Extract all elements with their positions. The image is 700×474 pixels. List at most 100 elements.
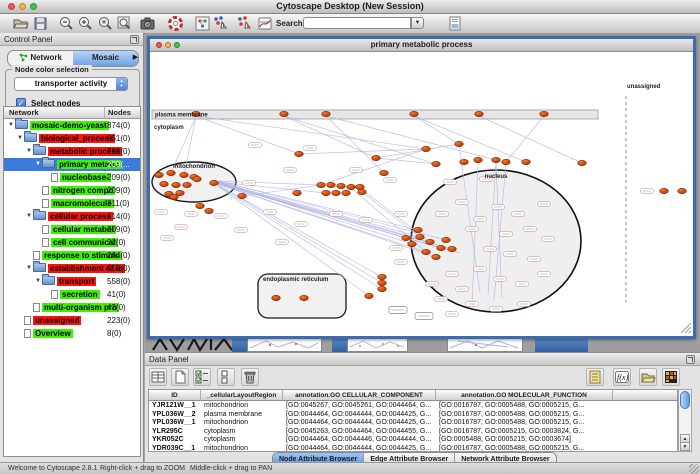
tree-expand-icon[interactable]: ▼ [25, 210, 33, 223]
attribute-table[interactable]: ID_cellularLayoutRegionannotation.GO CEL… [148, 389, 678, 452]
table-header-cell[interactable]: annotation.GO MOLECULAR_FUNCTION [436, 390, 613, 401]
table-header-cell[interactable]: _cellularLayoutRegion [201, 390, 283, 401]
network-node[interactable] [170, 194, 179, 199]
select-attributes-icon[interactable] [193, 368, 211, 386]
attribute-editor-icon[interactable] [586, 368, 604, 386]
network-node[interactable] [196, 203, 205, 208]
network-node[interactable] [365, 293, 374, 298]
network-node[interactable] [183, 182, 192, 187]
network-node[interactable] [402, 235, 411, 240]
float-panel-icon[interactable] [686, 355, 695, 364]
overview-icon[interactable] [194, 15, 211, 32]
network-node[interactable] [322, 111, 331, 116]
network-edge[interactable] [196, 116, 426, 149]
filter-icon[interactable] [447, 15, 464, 32]
help-icon[interactable] [167, 15, 184, 32]
tree-col-nodes[interactable]: Nodes [108, 107, 131, 118]
network-node[interactable] [492, 157, 501, 162]
network-edge[interactable] [376, 144, 459, 158]
tree-item-label[interactable]: nitrogen compo [51, 186, 115, 195]
network-edge[interactable] [284, 116, 436, 164]
network-node[interactable] [378, 280, 387, 285]
tree-row[interactable]: nitrogen compo209(0) [4, 184, 140, 197]
tree-row[interactable]: cellular metabol209(0) [4, 223, 140, 236]
network-node[interactable] [660, 188, 669, 193]
network-node[interactable] [293, 190, 302, 195]
network-node[interactable] [193, 176, 202, 181]
table-cell[interactable]: mitochondrion [201, 444, 283, 452]
import-attributes-icon[interactable] [639, 368, 657, 386]
tree-row[interactable]: cell communicat22(0) [4, 236, 140, 249]
tree-expand-icon[interactable]: ▼ [25, 262, 33, 275]
node-color-combo[interactable]: transporter activity ▲▼ [14, 77, 128, 91]
network-node[interactable] [172, 182, 181, 187]
tree-row[interactable]: Overview8(0) [4, 327, 140, 340]
tree-col-network[interactable]: Network [9, 107, 39, 118]
network-node[interactable] [502, 159, 511, 164]
tree-item-label[interactable]: transport [57, 277, 96, 286]
tree-item-label[interactable]: unassigned [33, 316, 81, 325]
tree-item-label[interactable]: Overview [33, 329, 73, 338]
nucleus-region[interactable] [411, 170, 581, 312]
network-edge[interactable] [299, 149, 426, 154]
tree-row[interactable]: unassigned223(0) [4, 314, 140, 327]
tree-row[interactable]: nucleobase-209(0) [4, 171, 140, 184]
network-node[interactable] [408, 241, 417, 246]
zoom-fit-icon[interactable] [116, 15, 133, 32]
network-node[interactable] [678, 188, 687, 193]
network-node[interactable] [448, 246, 457, 251]
table-cell[interactable]: YDR039C__1 [149, 444, 201, 452]
network-view-window[interactable]: primary metabolic process plasma membran… [147, 36, 696, 339]
network-node[interactable] [160, 181, 169, 186]
columns-icon[interactable] [149, 368, 167, 386]
network-node[interactable] [356, 184, 365, 189]
tree-row[interactable]: macromolecule311(0) [4, 197, 140, 210]
network-node[interactable] [300, 295, 309, 300]
table-cell[interactable]: [GO:0016787, GO:0005488, GO:0005215, G..… [436, 444, 613, 452]
snapshot-icon[interactable] [139, 15, 156, 32]
network-node[interactable] [317, 182, 326, 187]
layout-b-icon[interactable] [236, 15, 253, 32]
tree-expand-icon[interactable]: ▼ [34, 275, 42, 288]
tree-expand-icon[interactable]: ▼ [7, 119, 15, 132]
network-node[interactable] [422, 146, 431, 151]
network-canvas[interactable]: plasma membranecytoplasmmitochondrionnuc… [150, 52, 693, 336]
table-row[interactable]: YDR039C__1mitochondrion[GO:0044464, GO:0… [149, 444, 677, 452]
background-window-edge[interactable] [232, 337, 247, 352]
plasma-membrane-region[interactable] [152, 110, 598, 119]
network-node[interactable] [540, 111, 549, 116]
network-node[interactable] [358, 189, 367, 194]
network-node[interactable] [332, 190, 341, 195]
tab-mosaic[interactable]: Mosaic [73, 51, 138, 66]
network-node[interactable] [205, 208, 214, 213]
table-scrollbar[interactable]: ▲ ▼ [678, 389, 692, 452]
tab-network[interactable]: Network [8, 51, 73, 66]
network-node[interactable] [416, 234, 425, 239]
combo-stepper-icon[interactable]: ▲▼ [116, 78, 127, 90]
zoom-in-icon[interactable] [77, 15, 94, 32]
network-node[interactable] [474, 157, 483, 162]
unselect-attributes-icon[interactable] [217, 368, 235, 386]
tree-item-label[interactable]: biological_process [39, 134, 115, 143]
network-edge[interactable] [196, 116, 299, 154]
tree-item-label[interactable]: mosaic-demo-yeast [30, 121, 109, 130]
network-node[interactable] [578, 160, 587, 165]
tree-row[interactable]: ▼biological_process651(0) [4, 132, 140, 145]
background-window[interactable] [447, 337, 523, 352]
network-node[interactable] [442, 237, 451, 242]
matrix-icon[interactable] [662, 368, 680, 386]
tab-overflow-arrow-icon[interactable]: ▶ [130, 50, 141, 65]
network-edge[interactable] [414, 116, 459, 144]
network-node[interactable] [372, 155, 381, 160]
canvas-resize-grip[interactable] [681, 323, 691, 333]
background-window[interactable] [247, 337, 322, 352]
network-node[interactable] [180, 172, 189, 177]
network-edge[interactable] [414, 116, 526, 162]
network-node[interactable] [380, 170, 389, 175]
tree-item-label[interactable]: macromolecule [51, 199, 114, 208]
tree-expand-icon[interactable]: ▼ [34, 158, 42, 171]
open-icon[interactable] [12, 15, 29, 32]
background-window-edge[interactable] [332, 337, 347, 352]
tree-row[interactable]: ▼transport558(0) [4, 275, 140, 288]
background-window-edge[interactable] [535, 337, 588, 352]
